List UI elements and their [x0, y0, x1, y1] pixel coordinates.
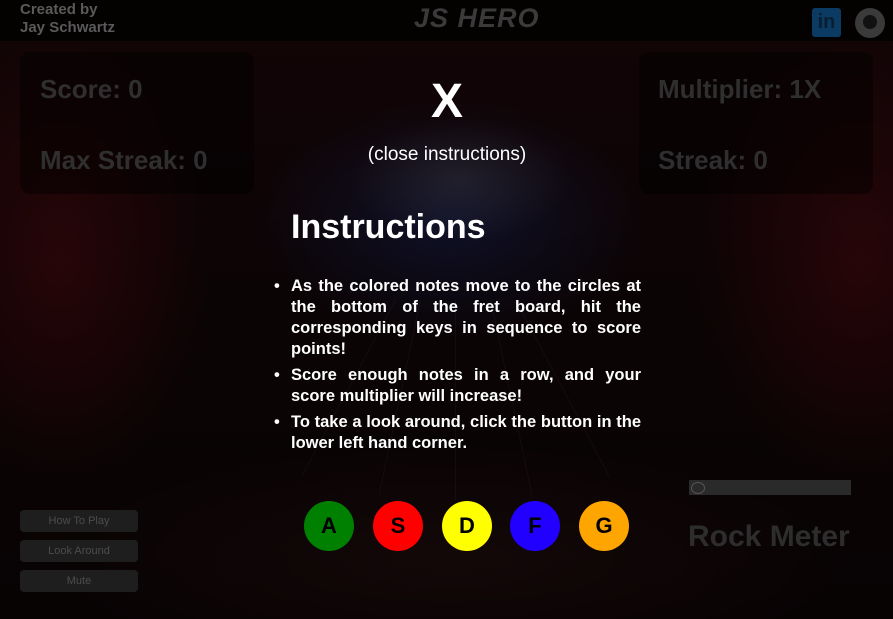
- instruction-item: Score enough notes in a row, and your sc…: [274, 365, 641, 407]
- top-bar: Created by Jay Schwartz JS HERO in: [0, 0, 893, 41]
- close-instructions-x[interactable]: X: [412, 74, 482, 129]
- max-streak-value: Max Streak: 0: [40, 145, 208, 175]
- github-icon[interactable]: [855, 8, 885, 38]
- key-a-button[interactable]: A: [304, 501, 354, 551]
- instructions-list: As the colored notes move to the circles…: [274, 276, 641, 459]
- key-s-button[interactable]: S: [373, 501, 423, 551]
- look-around-button[interactable]: Look Around: [20, 540, 138, 562]
- linkedin-icon[interactable]: in: [812, 8, 841, 37]
- instruction-item: To take a look around, click the button …: [274, 412, 641, 454]
- rock-meter-label: Rock Meter: [688, 520, 850, 553]
- key-f-button[interactable]: F: [510, 501, 560, 551]
- credit-line-2: Jay Schwartz: [20, 19, 116, 36]
- instructions-title: Instructions: [291, 208, 486, 246]
- multiplier-value: Multiplier: 1X: [658, 74, 822, 104]
- rock-meter-indicator: [691, 482, 705, 494]
- instruction-item: As the colored notes move to the circles…: [274, 276, 641, 360]
- rock-meter-bar: [689, 480, 851, 495]
- author-credit: Created by Jay Schwartz: [20, 1, 160, 37]
- mute-button[interactable]: Mute: [20, 570, 138, 592]
- key-d-button[interactable]: D: [442, 501, 492, 551]
- score-value: Score: 0: [40, 74, 143, 104]
- credit-line-1: Created by: [20, 1, 98, 18]
- key-g-button[interactable]: G: [579, 501, 629, 551]
- game-logo: JS HERO: [414, 3, 540, 33]
- streak-value: Streak: 0: [658, 145, 768, 175]
- close-instructions-link[interactable]: (close instructions): [346, 144, 548, 166]
- how-to-play-button[interactable]: How To Play: [20, 510, 138, 532]
